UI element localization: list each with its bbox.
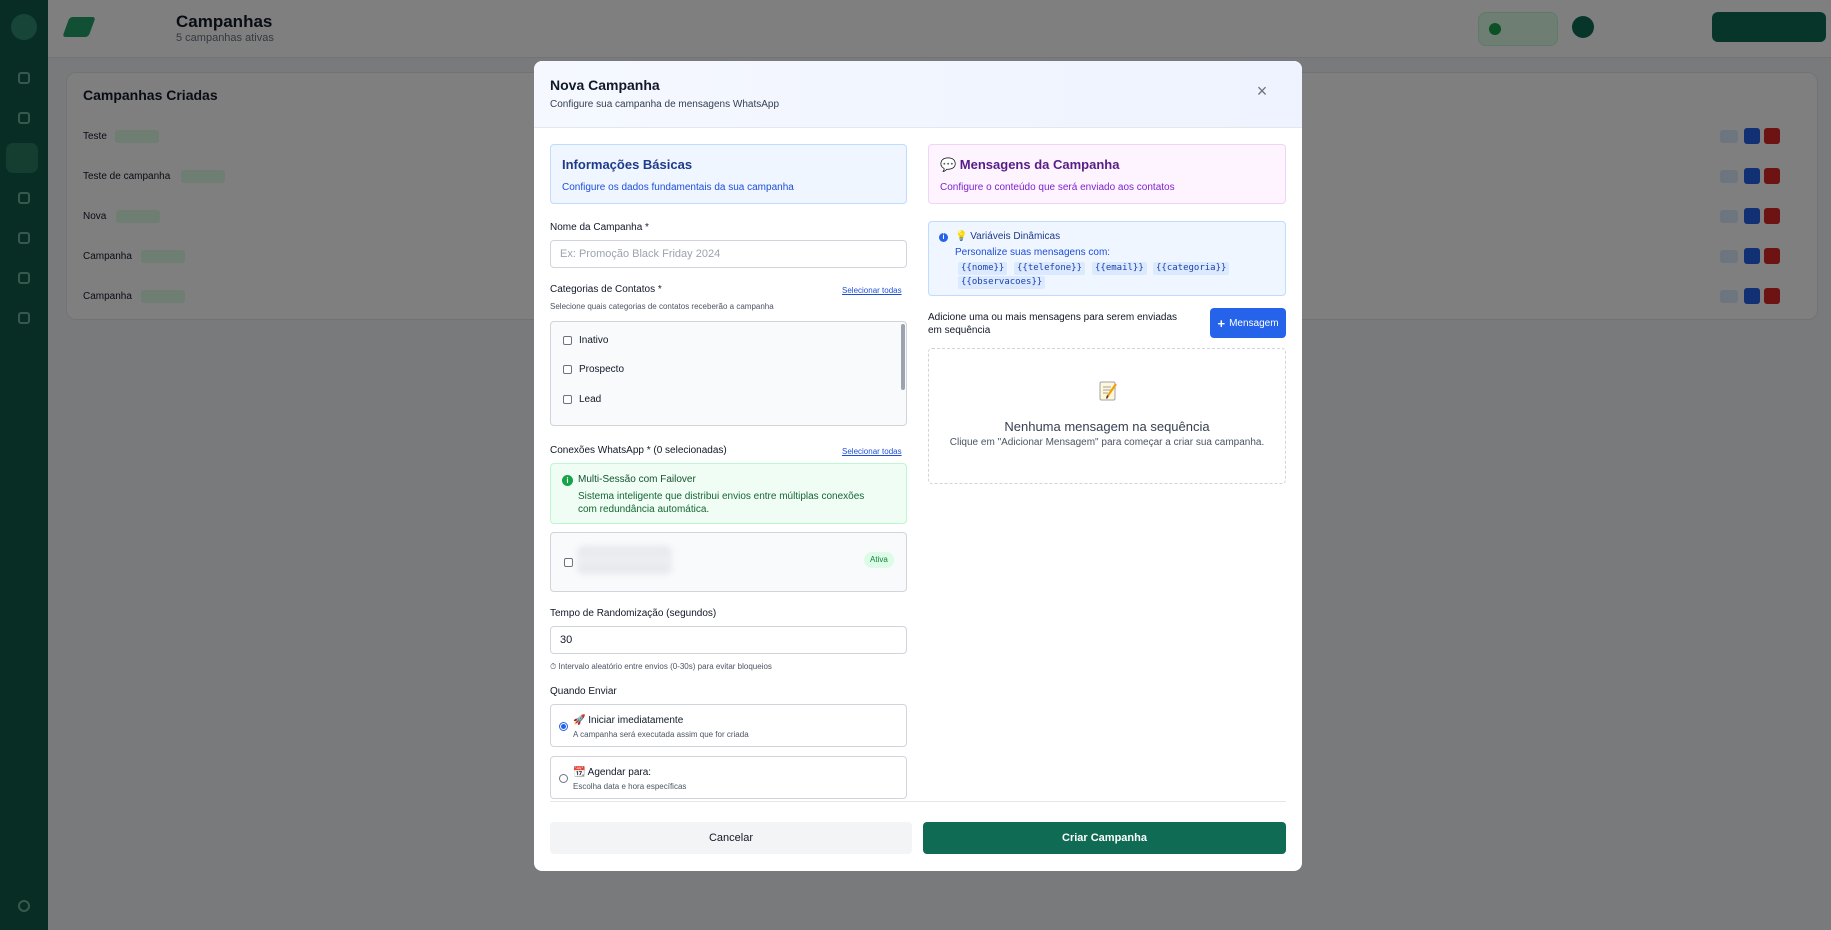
failover-title: Multi-Sessão com Failover bbox=[578, 474, 696, 485]
failover-text: Sistema inteligente que distribui envios… bbox=[578, 491, 865, 515]
variable-chip: {{categoria}} bbox=[1153, 262, 1230, 275]
categories-select-all-link[interactable]: Selecionar todas bbox=[842, 286, 902, 295]
randomization-input[interactable] bbox=[550, 626, 907, 654]
category-label: Lead bbox=[579, 393, 602, 405]
connection-status-badge: Ativa bbox=[864, 552, 894, 568]
category-item-lead[interactable]: Lead bbox=[563, 391, 601, 407]
when-send-label: Quando Enviar bbox=[550, 686, 617, 697]
modal-subtitle: Configure sua campanha de mensagens What… bbox=[550, 99, 780, 110]
variable-chip: {{email}} bbox=[1092, 262, 1147, 275]
option-subtitle: A campanha será executada assim que for … bbox=[573, 730, 749, 739]
randomization-hint: ⏱ Intervalo aleatório entre envios (0-30… bbox=[550, 662, 772, 671]
sequence-description: Adicione uma ou mais mensagens para sere… bbox=[928, 312, 1178, 336]
messages-card-subtitle: Configure o conteúdo que será enviado ao… bbox=[940, 182, 1175, 193]
variable-chip: {{nome}} bbox=[958, 262, 1008, 275]
dynamic-variables-box: i 💡 Variáveis Dinâmicas Personalize suas… bbox=[928, 221, 1286, 296]
checkbox[interactable] bbox=[563, 335, 572, 345]
footer-divider bbox=[550, 801, 1286, 802]
option-start-now[interactable]: 🚀 Iniciar imediatamente A campanha será … bbox=[550, 704, 907, 747]
categories-label: Categorias de Contatos * bbox=[550, 284, 662, 295]
categories-hint: Selecione quais categorias de contatos r… bbox=[550, 302, 774, 311]
campaign-name-input[interactable] bbox=[550, 240, 907, 268]
modal-header: Nova Campanha Configure sua campanha de … bbox=[534, 61, 1302, 128]
radio-schedule[interactable] bbox=[559, 774, 568, 783]
connection-item[interactable]: Ativa bbox=[550, 532, 907, 592]
create-campaign-button[interactable]: Criar Campanha bbox=[923, 822, 1286, 854]
checkbox[interactable] bbox=[564, 558, 573, 567]
option-title: 📆 Agendar para: bbox=[573, 767, 652, 778]
variable-chip: {{telefone}} bbox=[1014, 262, 1086, 275]
close-icon[interactable]: × bbox=[1252, 81, 1272, 101]
failover-info-box: i Multi-Sessão com Failover Sistema inte… bbox=[550, 463, 907, 524]
info-icon: i bbox=[939, 233, 948, 242]
campaign-name-label: Nome da Campanha * bbox=[550, 222, 649, 233]
info-icon: i bbox=[562, 475, 573, 486]
variables-title: 💡 Variáveis Dinâmicas bbox=[955, 231, 1061, 242]
memo-icon bbox=[1099, 381, 1117, 401]
empty-state-subtitle: Clique em "Adicionar Mensagem" para come… bbox=[949, 437, 1265, 448]
option-title: 🚀 Iniciar imediatamente bbox=[573, 715, 684, 726]
add-message-button[interactable]: + Mensagem bbox=[1210, 308, 1286, 338]
variables-text: Personalize suas mensagens com: bbox=[955, 247, 1111, 258]
categories-list[interactable]: Inativo Prospecto Lead bbox=[550, 321, 907, 426]
messages-card-title: 💬 Mensagens da Campanha bbox=[940, 157, 1120, 172]
checkbox[interactable] bbox=[563, 394, 572, 404]
checkbox[interactable] bbox=[563, 364, 572, 374]
basic-info-card: Informações Básicas Configure os dados f… bbox=[550, 144, 907, 204]
basic-info-subtitle: Configure os dados fundamentais da sua c… bbox=[562, 182, 794, 193]
cancel-button[interactable]: Cancelar bbox=[550, 822, 912, 854]
category-item-prospecto[interactable]: Prospecto bbox=[563, 361, 624, 377]
connections-select-all-link[interactable]: Selecionar todas bbox=[842, 447, 902, 456]
connection-name-redacted bbox=[577, 546, 672, 574]
new-campaign-modal: Nova Campanha Configure sua campanha de … bbox=[534, 61, 1302, 871]
plus-icon: + bbox=[1217, 315, 1226, 331]
empty-sequence-box: Nenhuma mensagem na sequência Clique em … bbox=[928, 348, 1286, 484]
categories-scrollbar[interactable] bbox=[901, 324, 905, 390]
add-message-label: Mensagem bbox=[1229, 317, 1279, 329]
radio-start-now[interactable] bbox=[559, 722, 568, 731]
modal-title: Nova Campanha bbox=[550, 77, 660, 93]
empty-state-title: Nenhuma mensagem na sequência bbox=[1004, 419, 1210, 434]
connections-label: Conexões WhatsApp * (0 selecionadas) bbox=[550, 445, 727, 456]
option-subtitle: Escolha data e hora específicas bbox=[573, 782, 687, 791]
variable-chip: {{observacoes}} bbox=[958, 276, 1046, 289]
category-label: Inativo bbox=[579, 334, 609, 346]
category-label: Prospecto bbox=[579, 363, 625, 375]
randomization-label: Tempo de Randomização (segundos) bbox=[550, 608, 717, 619]
option-schedule[interactable]: 📆 Agendar para: Escolha data e hora espe… bbox=[550, 756, 907, 799]
basic-info-title: Informações Básicas bbox=[562, 157, 693, 172]
messages-card: 💬 Mensagens da Campanha Configure o cont… bbox=[928, 144, 1286, 204]
category-item-inativo[interactable]: Inativo bbox=[563, 332, 608, 348]
